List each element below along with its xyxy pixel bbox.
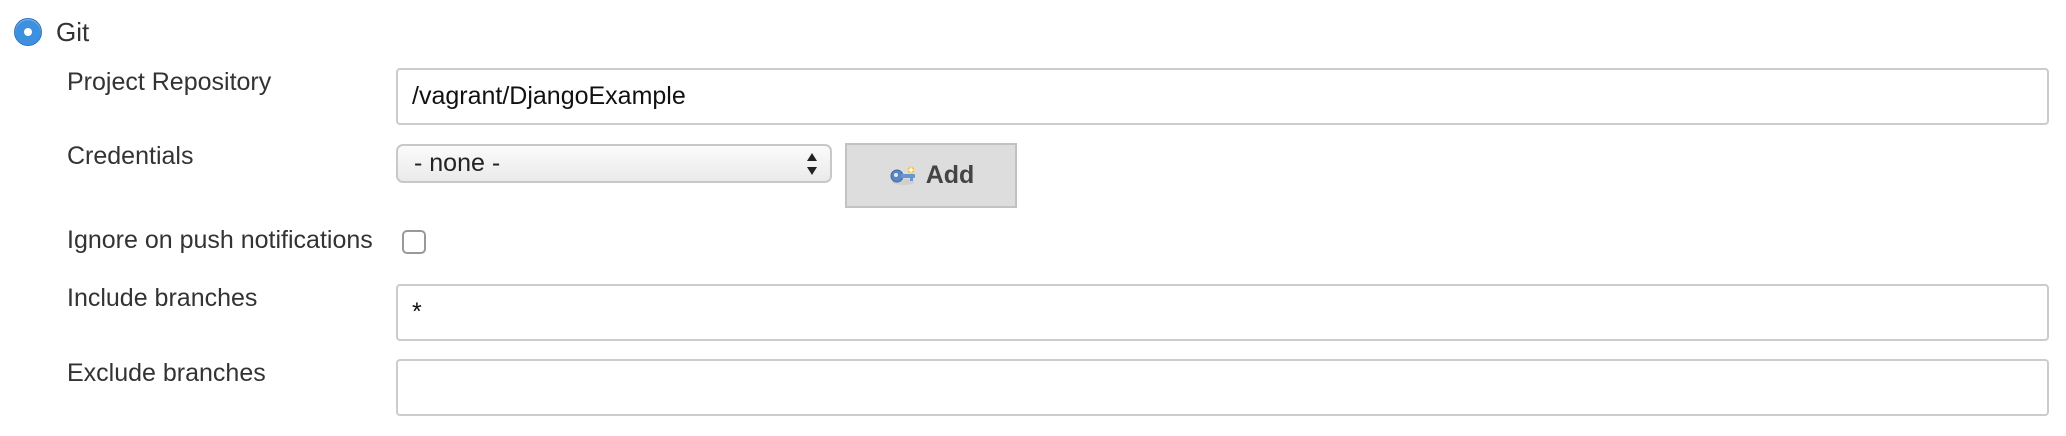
exclude-branches-input[interactable] [396, 359, 2049, 416]
radio-selected-dot [24, 28, 32, 36]
ignore-push-label: Ignore on push notifications [67, 226, 373, 254]
git-scm-config-panel: Git Project Repository Credentials - non… [0, 0, 2066, 436]
select-arrows-icon [807, 153, 817, 175]
project-repository-input[interactable] [396, 68, 2049, 125]
include-branches-label: Include branches [67, 284, 258, 312]
scm-option-git[interactable]: Git [14, 17, 89, 47]
scm-option-label: Git [56, 16, 90, 47]
key-icon [890, 166, 915, 185]
add-button-label: Add [925, 161, 975, 189]
credentials-selected-value: - none - [414, 149, 501, 177]
project-repository-label: Project Repository [67, 68, 272, 96]
exclude-branches-label: Exclude branches [67, 359, 266, 387]
git-radio-button[interactable] [14, 18, 42, 46]
ignore-push-checkbox[interactable] [402, 230, 426, 254]
include-branches-input[interactable] [396, 284, 2049, 341]
credentials-label: Credentials [67, 142, 194, 170]
credentials-select[interactable]: - none - [396, 144, 832, 183]
add-credentials-button[interactable]: Add [845, 143, 1017, 208]
